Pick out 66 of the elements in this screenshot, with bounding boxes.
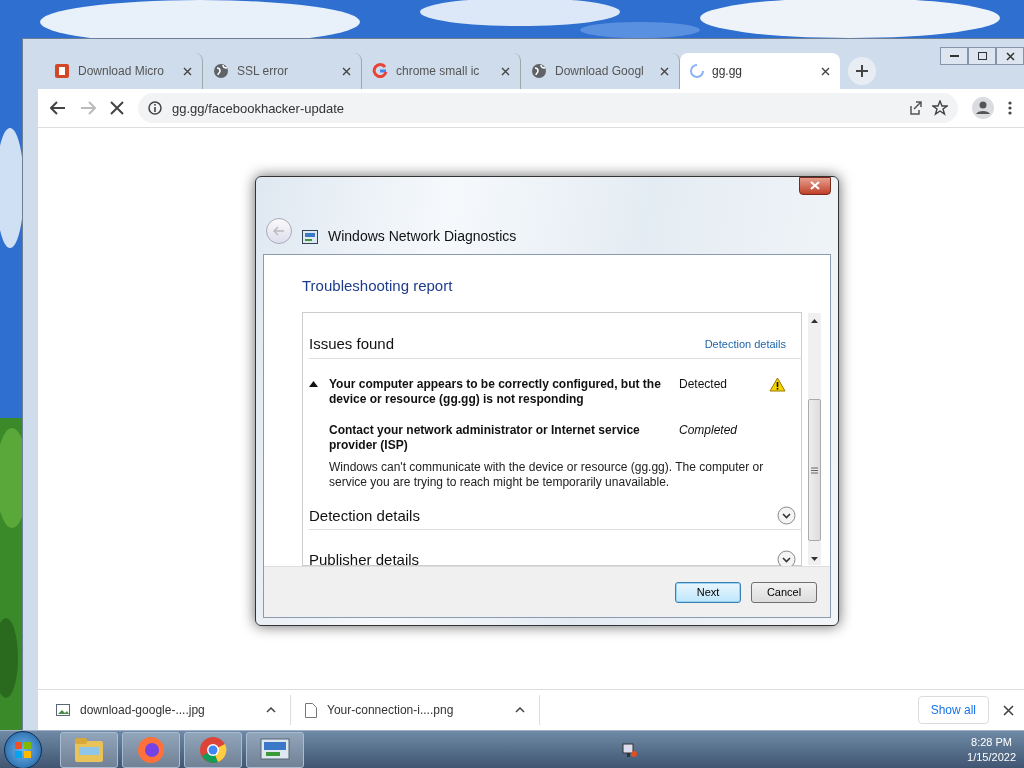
menu-icon[interactable]: [1008, 101, 1012, 115]
fix-status: Completed: [679, 423, 739, 438]
close-icon[interactable]: [1003, 704, 1014, 716]
download-item[interactable]: download-google-....jpg: [56, 695, 291, 725]
close-button[interactable]: [799, 177, 831, 195]
caret-icon[interactable]: [515, 707, 525, 713]
back-arrow-icon: [273, 226, 285, 236]
clock[interactable]: 8:28 PM 1/15/2022: [955, 735, 1016, 765]
new-tab-button[interactable]: [848, 57, 876, 85]
close-tab-icon[interactable]: [501, 66, 510, 76]
scrollbar[interactable]: [808, 313, 821, 565]
download-item[interactable]: Your-connection-i....png: [305, 695, 540, 725]
detection-details-link[interactable]: Detection details: [704, 337, 786, 350]
restore-button[interactable]: [968, 47, 996, 65]
start-button[interactable]: [4, 731, 42, 768]
cancel-button[interactable]: Cancel: [751, 581, 817, 603]
plus-icon: [856, 65, 868, 77]
share-icon[interactable]: [908, 101, 922, 115]
report-heading: Troubleshooting report: [301, 276, 454, 296]
windows-logo-icon: [15, 742, 31, 758]
star-icon[interactable]: [932, 100, 948, 116]
back-arrow-icon[interactable]: [50, 101, 66, 115]
google-icon: [372, 63, 388, 79]
section-header: Detection details: [309, 507, 420, 524]
network-diagnostics-icon[interactable]: [260, 738, 290, 762]
expand-chevron-icon[interactable]: [777, 506, 796, 525]
close-button[interactable]: [996, 47, 1024, 65]
minimize-icon: [949, 55, 959, 57]
close-tab-icon[interactable]: [183, 66, 192, 76]
collapse-arrow-icon[interactable]: [309, 381, 318, 387]
image-file-icon: [56, 704, 70, 716]
fix-title: Contact your network administrator or Internet service provider (ISP): [329, 423, 641, 453]
grip-icon: [811, 466, 818, 474]
section-header: Publisher details: [309, 551, 420, 568]
warning-icon: [769, 377, 786, 392]
file-icon: [305, 702, 317, 718]
office-icon: [54, 63, 70, 79]
close-icon: [1005, 51, 1015, 61]
loading-spinner-icon: [690, 64, 704, 78]
globe-icon: [213, 63, 229, 79]
close-tab-icon[interactable]: [821, 66, 830, 76]
network-diagnostics-icon: [302, 230, 318, 244]
problem-title: Your computer appears to be correctly configured, but the device or resource (gg.gg) is not responding: [329, 377, 662, 407]
minimize-button[interactable]: [940, 47, 968, 65]
section-header: Issues found: [309, 335, 395, 352]
scroll-up-icon[interactable]: [811, 319, 818, 323]
address-bar[interactable]: gg.gg/facebookhacker-update: [138, 93, 958, 123]
close-icon: [810, 181, 820, 190]
scroll-down-icon[interactable]: [811, 557, 818, 561]
close-tab-icon[interactable]: [342, 66, 351, 76]
caret-icon[interactable]: [266, 707, 276, 713]
close-tab-icon[interactable]: [660, 66, 669, 76]
fix-description: Windows can't communicate with the device or resource (gg.gg). The computer or service you are trying to reach might be temporarily unavailable.: [329, 460, 765, 490]
browser-tab[interactable]: gg.gg: [680, 53, 840, 89]
dialog-title: Windows Network Diagnostics: [328, 228, 517, 244]
info-icon[interactable]: [148, 101, 162, 115]
problem-status: Detected: [679, 377, 729, 392]
chrome-icon[interactable]: [199, 736, 227, 764]
scroll-thumb[interactable]: [808, 399, 821, 541]
network-tray-icon[interactable]: [621, 742, 638, 758]
profile-icon[interactable]: [972, 97, 994, 119]
restore-icon: [977, 52, 987, 60]
globe-icon: [531, 63, 547, 79]
show-all-button[interactable]: Show all: [917, 696, 989, 724]
next-button[interactable]: Next: [675, 581, 741, 603]
stop-icon[interactable]: [110, 101, 124, 115]
